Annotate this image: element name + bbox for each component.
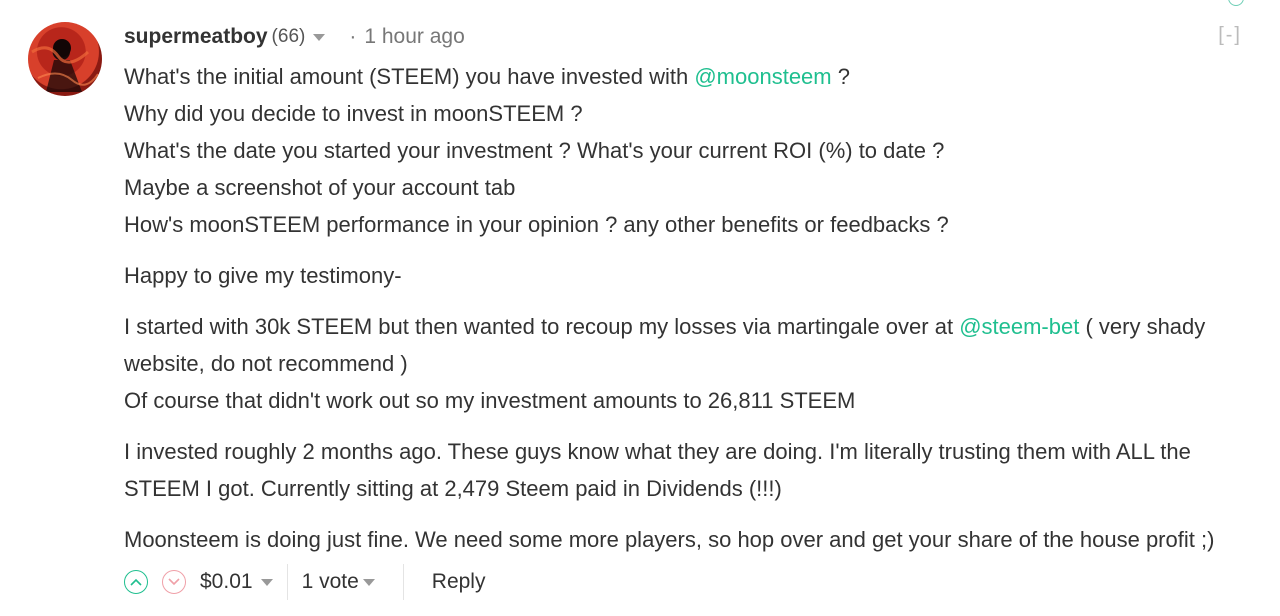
header-separator: · [349,25,357,48]
investment-line: Of course that didn't work out so my inv… [124,388,856,413]
reply-button[interactable]: Reply [432,570,486,594]
question-text: ? [831,64,850,89]
start-paragraph: I started with 30k STEEM but then wanted… [124,308,1264,382]
upvote-button[interactable] [124,570,148,594]
comment-footer: $0.01 1 vote Reply [124,564,486,600]
paragraph-text: I started with 30k STEEM but then wanted… [124,314,960,339]
caret-down-icon[interactable] [313,33,326,41]
question-text: What's the initial amount (STEEM) you ha… [124,64,695,89]
caret-down-icon[interactable] [260,578,273,586]
divider [402,564,404,600]
vote-count[interactable]: 1 vote [302,570,375,594]
downvote-button[interactable] [162,570,186,594]
divider [286,564,288,600]
scroll-indicator-icon [1228,0,1244,6]
closing-paragraph: Moonsteem is doing just fine. We need so… [124,527,1215,552]
question-line: Why did you decide to invest in moonSTEE… [124,101,583,126]
caret-down-icon [362,578,375,586]
chevron-down-icon [168,578,180,586]
author-link[interactable]: supermeatboy [124,25,268,49]
avatar-image [31,39,99,92]
question-line: What's the initial amount (STEEM) you ha… [124,58,1264,95]
payout-amount[interactable]: $0.01 [200,570,253,594]
mention-link[interactable]: @steem-bet [959,314,1079,339]
testimony-intro: Happy to give my testimony- [124,263,402,288]
question-line: What's the date you started your investm… [124,138,945,163]
question-line: Maybe a screenshot of your account tab [124,175,516,200]
question-line: How's moonSTEEM performance in your opin… [124,212,949,237]
vote-count-label: 1 vote [301,570,359,593]
chevron-up-icon [130,578,142,586]
avatar[interactable] [28,22,102,96]
author-reputation: (66) [271,26,306,47]
mention-link[interactable]: @moonsteem [694,64,831,89]
timestamp-link[interactable]: 1 hour ago [364,25,464,49]
invested-paragraph: I invested roughly 2 months ago. These g… [124,439,1191,501]
comment-header: supermeatboy (66) · 1 hour ago [124,22,465,52]
collapse-button[interactable]: [-] [1218,24,1242,47]
comment-body: What's the initial amount (STEEM) you ha… [124,58,1264,558]
